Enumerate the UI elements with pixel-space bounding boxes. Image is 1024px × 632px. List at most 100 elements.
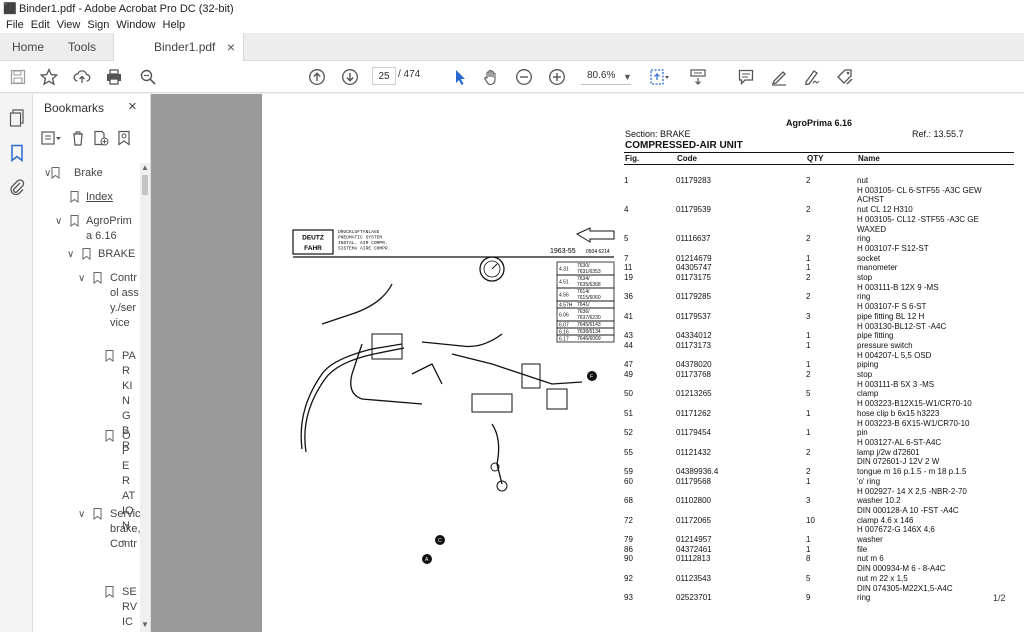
find-bookmark-icon[interactable]: [117, 130, 131, 149]
table-cell: 01171262: [676, 408, 711, 418]
table-row: 41 01179537 3 pipe fitting BL 12 H: [624, 312, 1024, 322]
menu-view[interactable]: View: [57, 19, 81, 31]
table-cell: H 003223-B12X15-W1/CR70-10: [857, 399, 972, 409]
tab-tools[interactable]: Tools: [56, 33, 108, 60]
table-cell: 51: [624, 408, 633, 418]
col-header: Name: [858, 154, 880, 163]
table-cell: [806, 438, 857, 448]
table-cell: 01172065: [676, 515, 711, 525]
table-cell: 1: [806, 535, 811, 545]
table-cell: [624, 283, 676, 293]
zoom-search-icon[interactable]: [139, 67, 157, 87]
table-cell: [806, 584, 857, 594]
new-bookmark-icon[interactable]: [93, 130, 109, 149]
attachments-icon[interactable]: [8, 178, 26, 196]
col-header: Code: [677, 154, 697, 163]
table-cell: [676, 487, 806, 497]
scrollbar-thumb[interactable]: [142, 175, 148, 195]
tab-home-label: Home: [12, 39, 45, 54]
bookmark-service[interactable]: SERVICE: [105, 585, 145, 632]
tab-home[interactable]: Home: [0, 33, 56, 60]
table-cell: nut m 22 x 1,5: [857, 573, 908, 583]
svg-text:C: C: [438, 538, 442, 544]
bookmarks-panel: Bookmarks × ∨ Brake Index ∨ AgroPrima 6.…: [33, 94, 151, 632]
menu-sign[interactable]: Sign: [87, 19, 109, 31]
table-cell: [676, 322, 806, 332]
bookmark-index[interactable]: Index: [70, 190, 113, 205]
table-row: 93 02523701 9 ring: [624, 593, 1024, 603]
table-row: DIN 074305-M22X1,5-A4C: [624, 584, 1024, 594]
tab-document[interactable]: Binder1.pdf ×: [113, 33, 244, 61]
table-cell: [676, 186, 806, 196]
print-icon[interactable]: [105, 67, 123, 87]
table-cell: [624, 584, 676, 594]
comment-icon[interactable]: [737, 67, 755, 87]
table-cell: [676, 525, 806, 535]
table-cell: 92: [624, 573, 633, 583]
table-cell: clamp: [857, 389, 879, 399]
table-cell: 3: [806, 496, 811, 506]
keyboard-scroll-icon[interactable]: [689, 67, 707, 87]
bookmark-brake[interactable]: ∨ Brake: [44, 166, 103, 181]
scroll-up-icon[interactable]: ▲: [141, 163, 149, 172]
save-icon[interactable]: [10, 67, 26, 87]
zoom-in-icon[interactable]: [548, 67, 566, 87]
table-cell: 01112813: [676, 554, 711, 564]
chevron-down-icon[interactable]: ∨: [78, 271, 85, 286]
drawing-subcode: 0504 6214: [586, 249, 610, 255]
table-cell: 79: [624, 535, 633, 545]
menu-window[interactable]: Window: [116, 19, 155, 31]
menu-edit[interactable]: Edit: [31, 19, 50, 31]
bookmark-agroprima[interactable]: ∨ AgroPrima 6.16: [55, 214, 148, 244]
table-cell: [676, 457, 806, 467]
table-cell: DIN 074305-M22X1,5-A4C: [857, 583, 953, 593]
table-cell: H 003105- CL 6-STF55 -A3C GEW: [857, 185, 982, 195]
hand-tool-icon[interactable]: [482, 67, 500, 87]
delete-icon[interactable]: [71, 130, 85, 149]
close-panel-icon[interactable]: ×: [128, 98, 137, 115]
table-cell: 2: [806, 205, 811, 215]
tab-tools-label: Tools: [68, 39, 97, 54]
highlight-pen-icon[interactable]: [770, 67, 788, 87]
bookmark-brake-section[interactable]: ∨ BRAKE: [67, 247, 136, 262]
bookmark-flag-icon: [51, 167, 60, 184]
table-cell: [676, 283, 806, 293]
chevron-down-icon[interactable]: ∨: [55, 214, 62, 229]
table-cell: 3: [806, 311, 811, 321]
bookmark-service-brake[interactable]: ∨ Service brake, Contr: [78, 507, 147, 552]
close-tab-icon[interactable]: ×: [227, 39, 235, 55]
variant-code: 7645/6143: [577, 322, 601, 328]
page-number-input[interactable]: 25: [372, 67, 396, 85]
page-thumbnails-icon[interactable]: [8, 109, 26, 127]
select-cursor-icon[interactable]: [452, 67, 468, 87]
bookmark-label: Index: [86, 191, 113, 203]
scroll-down-icon[interactable]: ▼: [141, 620, 149, 629]
zoom-level-input[interactable]: 80.6%: [581, 67, 631, 85]
prev-page-icon[interactable]: [308, 67, 326, 87]
table-cell: [806, 195, 857, 205]
table-cell: 04389936.4: [676, 467, 719, 477]
menu-help[interactable]: Help: [163, 19, 186, 31]
bookmark-control-assy[interactable]: ∨ Control assy./service: [78, 271, 143, 331]
table-row: 59 04389936.4 2 tongue m 16 p.1.5 - m 18 p.…: [624, 467, 1024, 477]
star-icon[interactable]: [40, 67, 58, 87]
table-cell: 1: [624, 176, 629, 185]
chevron-down-icon[interactable]: ∨: [67, 247, 74, 262]
variant-code: 7635/6368: [577, 282, 601, 288]
menu-file[interactable]: File: [6, 19, 24, 31]
fit-page-icon[interactable]: [649, 67, 671, 87]
sign-icon[interactable]: [803, 67, 821, 87]
zoom-out-icon[interactable]: [515, 67, 533, 87]
table-cell: DIN 072601-J 12V 2 W: [857, 457, 940, 467]
table-cell: DIN 000128-A 10 -FST -A4C: [857, 505, 959, 515]
tag-edit-icon[interactable]: [836, 67, 854, 87]
options-menu-icon[interactable]: [41, 130, 63, 149]
table-cell: 7: [624, 253, 629, 263]
table-cell: 2: [806, 273, 811, 283]
next-page-icon[interactable]: [341, 67, 359, 87]
bookmark-label: BRAKE: [98, 248, 136, 260]
chevron-down-icon[interactable]: ∨: [78, 507, 85, 522]
cloud-upload-icon[interactable]: [73, 67, 91, 87]
bookmarks-panel-icon[interactable]: [8, 144, 26, 163]
bookmarks-scrollbar[interactable]: ▲ ▼: [140, 163, 150, 632]
